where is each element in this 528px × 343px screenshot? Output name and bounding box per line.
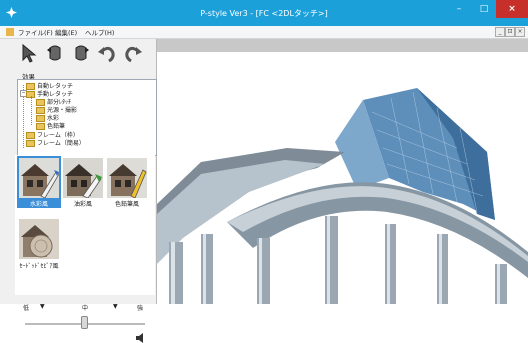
mdi-restore-button[interactable]: ⊡ [505,27,515,37]
thumb-label-watercolor: 水彩風 [17,199,61,208]
folder-icon [36,123,45,130]
select-tool-icon[interactable] [18,42,40,64]
slider-label-high: 強 [137,305,144,312]
mdi-close-button[interactable]: × [515,27,525,37]
rotate-right-tool-icon[interactable] [70,42,92,64]
thumb-label-color-pencil: 色鉛筆風 [114,201,139,208]
redo-icon[interactable] [122,42,144,64]
minimize-button[interactable]: – [446,0,472,18]
menu-edit[interactable]: 編集(E) [55,27,77,37]
close-button[interactable]: × [496,0,528,18]
tree-item-color-pencil[interactable]: 色鉛筆 [36,121,65,130]
effects-panel: 効果 自動レタッチ − 手動レタッチ 部分ﾚﾀｯﾁ 光源・撮影 水彩 色鉛筆 フ… [0,39,157,343]
mdi-minimize-button[interactable]: _ [495,27,505,37]
thumb-label-oil: 油彩風 [73,201,92,208]
speaker-icon[interactable] [135,333,147,343]
tick-marker-icon: ▼ [40,303,45,310]
folder-icon [26,140,35,147]
thumb-oil[interactable] [63,158,103,198]
slider-label-mid: 中 [82,305,89,312]
thumb-label-sepia: ｾｰﾄﾞｯﾄﾞｾﾋﾟｱ風 [19,263,59,270]
slider-thumb[interactable] [81,316,88,329]
tick-marker-icon: ▼ [113,303,118,310]
thumb-watercolor[interactable] [17,156,61,200]
title-bar: P-style Ver3 - [FC <2DLタッチ>] – □ × [0,0,528,26]
tree-item-frame-simple[interactable]: フレーム（簡易） [26,138,85,147]
thumb-color-pencil[interactable] [107,158,147,198]
rotate-left-tool-icon[interactable] [44,42,66,64]
menu-file[interactable]: ファイル(F) [18,27,53,37]
slider-label-low: 低 [23,305,30,312]
menu-help[interactable]: ヘルプ(H) [85,27,114,37]
maximize-button[interactable]: □ [472,0,496,18]
document-icon [6,28,14,36]
canvas-toolbar-strip [157,39,528,52]
undo-icon[interactable] [96,42,118,64]
effect-thumbnails: 水彩風 油彩風 色鉛筆風 ｾｰﾄﾞｯﾄﾞｾﾋﾟｱ風 [15,155,155,295]
photo-canvas[interactable] [157,52,528,304]
menu-bar: ファイル(F) 編集(E) ヘルプ(H) _ ⊡ × [0,26,528,39]
effects-tree[interactable]: 自動レタッチ − 手動レタッチ 部分ﾚﾀｯﾁ 光源・撮影 水彩 色鉛筆 フレーム… [17,79,157,156]
thumb-sepia[interactable] [19,219,59,259]
